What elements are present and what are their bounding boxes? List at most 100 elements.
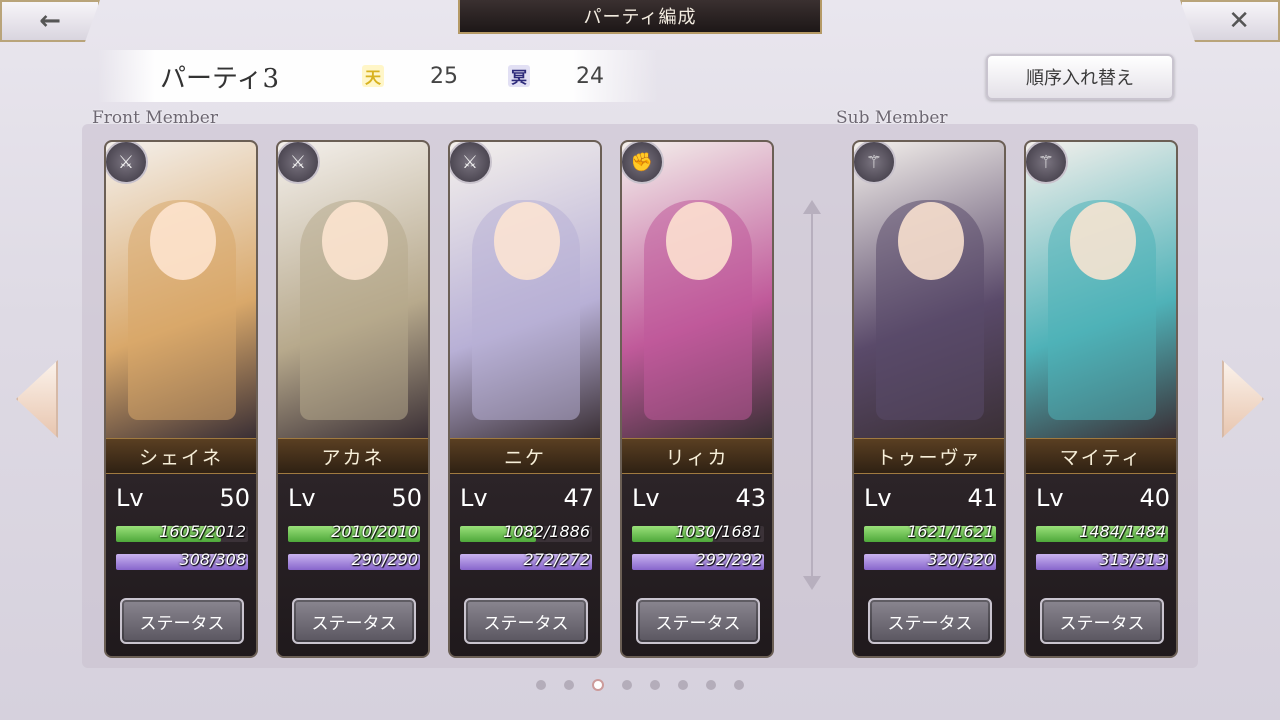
level-value: 43 [735,484,766,512]
level-label: Lv [116,484,144,512]
member-card[interactable]: ⚚ トゥーヴァ Lv 41 1621/1621 320/320 ステータス [852,140,1006,658]
member-card[interactable]: ⚔ アカネ Lv 50 2010/2010 290/290 ステータス [276,140,430,658]
hp-value: 1621/1621 [907,522,994,541]
status-button[interactable]: ステータス [292,598,416,644]
member-name: シェイネ [106,438,256,474]
hp-bar: 1030/1681 [632,522,764,542]
mp-bar: 313/313 [1036,550,1168,570]
member-stats: Lv 50 2010/2010 290/290 ステータス [278,474,428,656]
status-button[interactable]: ステータス [868,598,992,644]
staff-icon: ⚚ [854,142,896,184]
hp-bar: 1605/2012 [116,522,248,542]
level-value: 40 [1139,484,1170,512]
hp-value: 1605/2012 [159,522,246,541]
page-dot[interactable] [706,680,716,690]
sword-icon: ⚔ [106,142,148,184]
hp-bar: 1621/1621 [864,522,996,542]
sword-icon: ⚔ [450,142,492,184]
prev-party-button[interactable] [16,360,58,438]
mp-bar: 320/320 [864,550,996,570]
status-button[interactable]: ステータス [636,598,760,644]
member-stats: Lv 43 1030/1681 292/292 ステータス [622,474,772,656]
mp-value: 272/272 [523,550,590,569]
level-label: Lv [460,484,488,512]
mp-bar: 272/272 [460,550,592,570]
hp-bar: 2010/2010 [288,522,420,542]
level-row: Lv 50 [116,482,250,516]
level-value: 41 [967,484,998,512]
mp-value: 290/290 [351,550,418,569]
chevron-right-icon [1222,360,1264,438]
hp-bar: 1082/1886 [460,522,592,542]
member-card[interactable]: ⚚ マイティ Lv 40 1484/1484 313/313 ステータス [1024,140,1178,658]
back-button[interactable]: ← [0,0,100,42]
page-dot[interactable] [564,680,574,690]
back-arrow-icon: ← [39,6,61,36]
hp-value: 1082/1886 [503,522,590,541]
reorder-button[interactable]: 順序入れ替え [986,54,1174,100]
level-label: Lv [288,484,316,512]
heaven-icon: 天 [362,65,384,87]
mp-bar: 290/290 [288,550,420,570]
level-row: Lv 50 [288,482,422,516]
level-label: Lv [864,484,892,512]
status-button[interactable]: ステータス [120,598,244,644]
party-name: パーティ3 [160,63,279,94]
page-dot[interactable] [536,680,546,690]
hp-bar: 1484/1484 [1036,522,1168,542]
level-label: Lv [632,484,660,512]
page-title: パーティ編成 [458,0,822,34]
member-name: トゥーヴァ [854,438,1004,474]
gauntlet-icon: ✊ [622,142,664,184]
level-row: Lv 47 [460,482,594,516]
member-card[interactable]: ✊ リィカ Lv 43 1030/1681 292/292 ステータス [620,140,774,658]
member-name: アカネ [278,438,428,474]
page-dot[interactable] [592,679,604,691]
top-bar: ← パーティ編成 ✕ [0,0,1280,44]
level-row: Lv 43 [632,482,766,516]
level-row: Lv 41 [864,482,998,516]
chevron-left-icon [16,360,58,438]
member-name: ニケ [450,438,600,474]
hp-value: 1484/1484 [1079,522,1166,541]
character-portrait[interactable] [622,142,772,438]
character-portrait[interactable] [106,142,256,438]
member-name: リィカ [622,438,772,474]
party-info-plate: パーティ3 天 25 冥 24 [98,50,658,102]
page-indicator [536,679,744,692]
staff-icon: ⚚ [1026,142,1068,184]
mp-value: 313/313 [1099,550,1166,569]
character-portrait[interactable] [278,142,428,438]
next-party-button[interactable] [1222,360,1264,438]
member-stats: Lv 41 1621/1621 320/320 ステータス [854,474,1004,656]
hp-value: 2010/2010 [331,522,418,541]
status-button[interactable]: ステータス [1040,598,1164,644]
mp-value: 292/292 [695,550,762,569]
mp-value: 320/320 [927,550,994,569]
underworld-icon: 冥 [508,65,530,87]
character-portrait[interactable] [854,142,1004,438]
level-value: 47 [563,484,594,512]
close-icon: ✕ [1228,6,1250,36]
heaven-count: 25 [430,63,458,89]
page-dot[interactable] [678,680,688,690]
member-card[interactable]: ⚔ ニケ Lv 47 1082/1886 272/272 ステータス [448,140,602,658]
status-button[interactable]: ステータス [464,598,588,644]
member-stats: Lv 40 1484/1484 313/313 ステータス [1026,474,1176,656]
hp-value: 1030/1681 [675,522,762,541]
underworld-count: 24 [576,63,604,89]
level-row: Lv 40 [1036,482,1170,516]
character-portrait[interactable] [1026,142,1176,438]
level-label: Lv [1036,484,1064,512]
level-value: 50 [391,484,422,512]
page-dot[interactable] [734,680,744,690]
swap-divider-icon [800,200,824,590]
close-button[interactable]: ✕ [1180,0,1280,42]
member-card[interactable]: ⚔ シェイネ Lv 50 1605/2012 308/308 ステータス [104,140,258,658]
sword-icon: ⚔ [278,142,320,184]
character-portrait[interactable] [450,142,600,438]
page-dot[interactable] [650,680,660,690]
member-name: マイティ [1026,438,1176,474]
page-dot[interactable] [622,680,632,690]
mp-bar: 308/308 [116,550,248,570]
